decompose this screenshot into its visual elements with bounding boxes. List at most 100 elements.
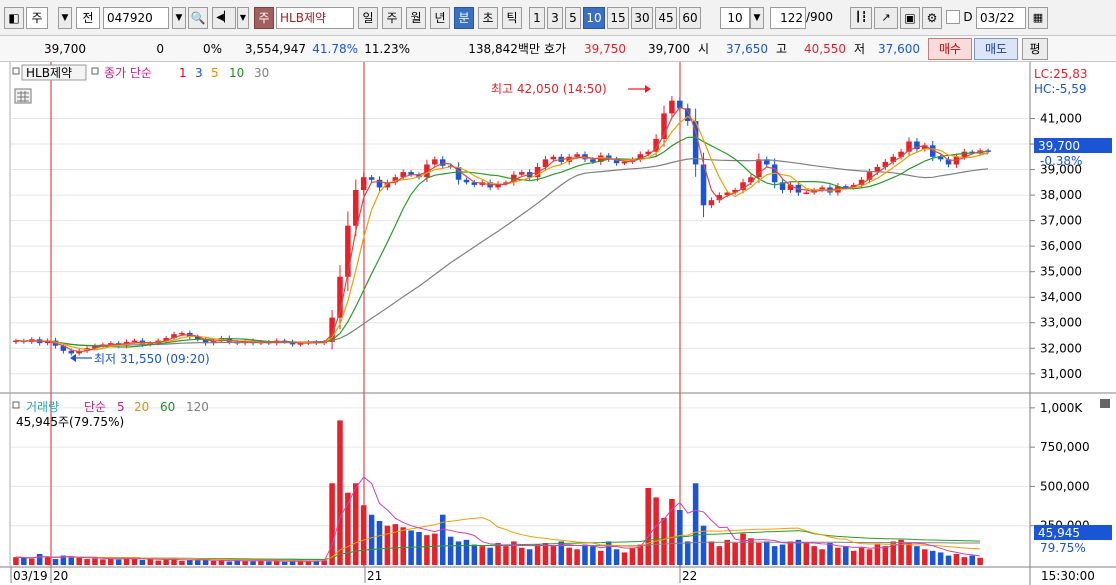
volume-bar: [835, 547, 841, 565]
tab-period-0[interactable]: 일: [358, 7, 378, 29]
volume-bar: [771, 546, 778, 565]
stock-name-field[interactable]: HLB제약: [276, 7, 354, 29]
candle-body: [574, 154, 580, 157]
candle-body: [669, 100, 675, 114]
volume-ma-label[interactable]: 단순: [84, 400, 106, 414]
ma-period-3: 3: [195, 66, 203, 80]
interval-dropdown-icon[interactable]: ▼: [750, 7, 764, 29]
tab-period-3[interactable]: 년: [430, 7, 450, 29]
volume-bar: [906, 543, 912, 565]
volume-bar: [977, 557, 983, 565]
tab-period-1[interactable]: 주: [382, 7, 402, 29]
volume-bar: [360, 505, 367, 565]
time-tick-label: 21: [367, 569, 382, 583]
tab-period-6[interactable]: 틱: [502, 7, 522, 29]
tab-interval-1[interactable]: 1: [529, 7, 545, 29]
volume-bar: [534, 544, 541, 565]
ma-label[interactable]: 종가 단순: [104, 66, 152, 80]
tab-interval-60[interactable]: 60: [679, 7, 701, 29]
tab-interval-15[interactable]: 15: [607, 7, 629, 29]
maximize-panel-icon[interactable]: [1100, 399, 1110, 408]
volume-bar: [716, 546, 723, 565]
last-price-text: 39,700: [1038, 139, 1080, 153]
eval-button[interactable]: 평: [1022, 38, 1048, 60]
calendar-icon[interactable]: ▦: [1028, 7, 1048, 29]
gear-icon[interactable]: ⚙: [922, 7, 942, 29]
tab-interval-5[interactable]: 5: [565, 7, 581, 29]
price-volume-chart[interactable]: 41,00040,00039,00038,00037,00036,00035,0…: [0, 62, 1116, 585]
volume-bar: [266, 561, 272, 565]
open-label: 시: [698, 42, 710, 56]
high-label: 고: [776, 42, 788, 56]
volume-bar: [479, 546, 486, 565]
volume-bar: [28, 558, 35, 565]
trendline-icon[interactable]: ↗: [874, 7, 898, 29]
volume-bar: [645, 488, 651, 565]
volume-bar: [353, 483, 359, 565]
scope-select[interactable]: 전: [76, 7, 100, 29]
buy-button[interactable]: 매수: [928, 38, 972, 60]
volume-bar: [945, 555, 952, 565]
tab-interval-45[interactable]: 45: [655, 7, 677, 29]
volume-bar: [582, 544, 588, 565]
volume-panel-title[interactable]: 거래량: [26, 400, 59, 414]
code-dropdown-icon[interactable]: ▼: [172, 7, 186, 29]
volume-bar: [756, 543, 762, 565]
ask-label: 호가: [544, 42, 567, 56]
volume-bar: [100, 559, 106, 565]
quote-bar: 39,700 0 0% 3,554,947 41.78% 11.23% 138,…: [0, 36, 1116, 62]
date-checkbox-label: D: [963, 10, 973, 24]
tab-interval-30[interactable]: 30: [631, 7, 653, 29]
speaker-dropdown-icon[interactable]: ▼: [237, 7, 249, 29]
save-icon[interactable]: ▣: [900, 7, 920, 29]
volume-bar: [487, 547, 493, 565]
high-price: 40,550: [804, 42, 846, 56]
speaker-icon[interactable]: ◀▏: [212, 7, 236, 29]
volume-bar: [819, 549, 825, 565]
tab-period-5[interactable]: 초: [478, 7, 498, 29]
price-tick-label: 36,000: [1040, 239, 1082, 253]
search-icon[interactable]: 🔍: [188, 7, 208, 29]
volume-bar: [147, 559, 154, 565]
candle-body: [345, 225, 351, 277]
volume-bar: [708, 541, 715, 565]
date-input[interactable]: 03/22: [976, 7, 1026, 29]
chart-type-icon[interactable]: ┃┇: [850, 7, 872, 29]
candle-count-total: /900: [806, 10, 833, 24]
price-panel-title[interactable]: HLB제약: [26, 65, 72, 80]
volume-bar: [613, 549, 620, 565]
window-icon[interactable]: ◧: [4, 7, 24, 29]
market-type-select[interactable]: 주: [26, 7, 48, 29]
stock-code-input[interactable]: 047920: [103, 7, 169, 29]
date-checkbox[interactable]: [946, 10, 960, 24]
ma-period-10: 10: [229, 66, 244, 80]
volume-rate: 41.78%: [312, 42, 358, 56]
volume-ma-period-120: 120: [186, 400, 209, 414]
volume-current-label: 45,945주(79.75%): [16, 415, 124, 429]
chart-background: [0, 62, 1116, 585]
candle-body: [463, 179, 470, 183]
sell-button[interactable]: 매도: [974, 38, 1018, 60]
volume-bar: [447, 536, 454, 565]
open-price: 37,650: [726, 42, 768, 56]
tab-period-2[interactable]: 월: [406, 7, 426, 29]
interval-value-select[interactable]: 10: [720, 7, 750, 29]
candle-body: [756, 159, 762, 178]
volume-bar: [432, 533, 438, 565]
volume-bar: [882, 546, 889, 565]
volume-bar: [574, 549, 580, 565]
volume-bar: [661, 517, 667, 565]
stock-tag-badge: 주: [254, 7, 274, 29]
volume-bar: [929, 550, 936, 565]
candle-body: [590, 159, 596, 162]
tab-period-4[interactable]: 분: [454, 7, 474, 29]
tab-interval-10[interactable]: 10: [583, 7, 605, 29]
volume-bar: [692, 483, 699, 565]
volume-bar: [68, 557, 75, 565]
volume-bar: [787, 541, 794, 565]
volume-bar: [179, 560, 185, 565]
volume-bar: [84, 559, 90, 565]
tab-interval-3[interactable]: 3: [547, 7, 563, 29]
candle-count-input[interactable]: 122: [770, 7, 806, 29]
chevron-down-icon[interactable]: ▼: [58, 7, 72, 29]
